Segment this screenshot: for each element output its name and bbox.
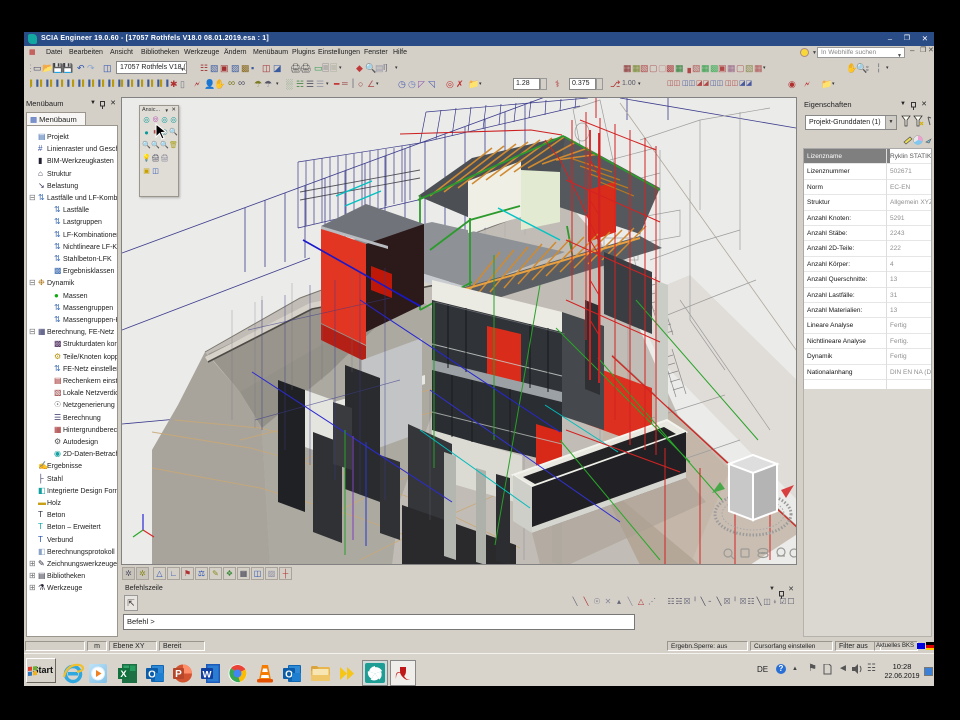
svg-text:O: O [148,670,156,681]
svg-text:P: P [175,669,182,680]
svg-text:X: X [120,669,127,680]
svg-text:W: W [203,670,212,681]
svg-text:O: O [285,670,293,681]
